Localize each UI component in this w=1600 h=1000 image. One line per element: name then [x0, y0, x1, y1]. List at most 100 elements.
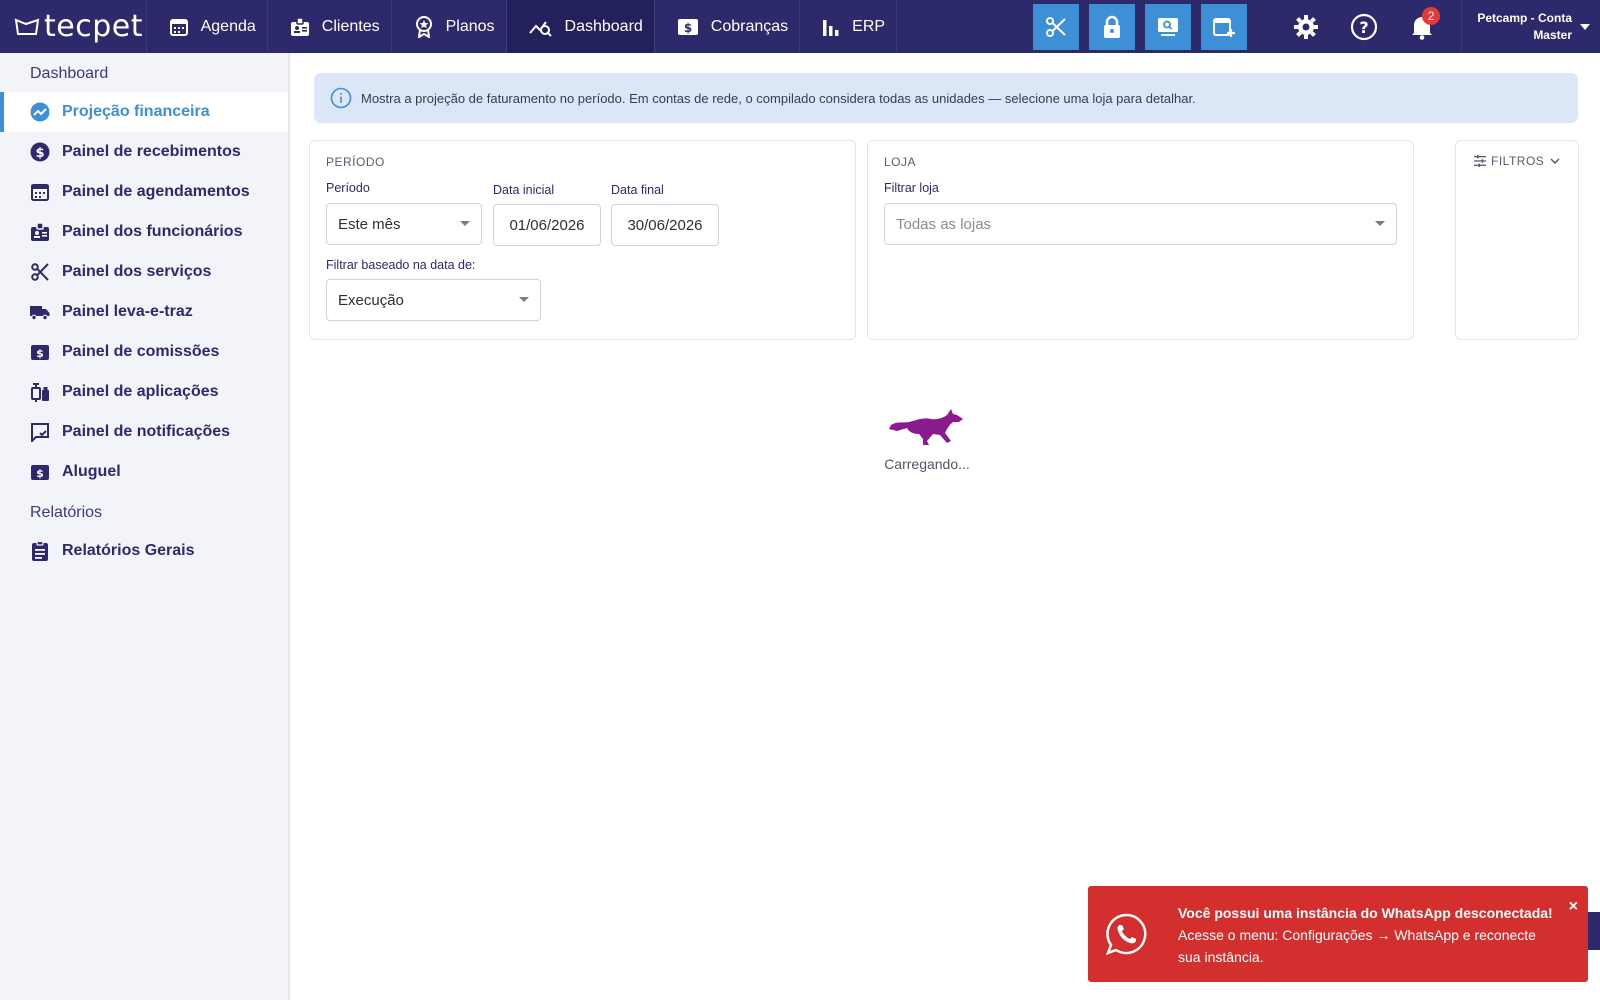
whatsapp-icon [1105, 913, 1147, 956]
chevron-down-icon [519, 297, 529, 302]
grooming-tool-button[interactable] [1033, 3, 1080, 50]
calendar-icon [169, 18, 188, 36]
account-menu[interactable]: Petcamp - Conta Master [1461, 0, 1600, 53]
sidebar-item-label: Painel dos serviços [62, 263, 212, 280]
nav-label: Cobranças [710, 17, 789, 35]
sidebar-item-label: Aluguel [62, 463, 121, 480]
monitor-search-icon [1158, 17, 1179, 36]
logo-mark-icon [14, 17, 40, 35]
store-select-placeholder: Todas as lojas [896, 215, 992, 233]
period-label: Período [326, 181, 370, 195]
end-date-input[interactable]: 30/06/2026 [611, 204, 719, 246]
sidebar-item-notificacoes[interactable]: Painel de notificações [0, 412, 288, 452]
sidebar-item-aplicacoes[interactable]: Painel de aplicações [0, 372, 288, 412]
nav-label: Dashboard [564, 17, 643, 35]
loading-indicator: Carregando... [852, 403, 1002, 472]
add-appointment-button[interactable] [1201, 3, 1248, 50]
notification-count-badge: 2 [1422, 7, 1441, 25]
nav-clientes[interactable]: Clientes [268, 0, 392, 53]
nav-dashboard[interactable]: Dashboard [506, 0, 655, 53]
settings-button[interactable] [1277, 0, 1335, 53]
nav-planos[interactable]: Planos [392, 0, 507, 53]
badge-icon [31, 222, 49, 241]
sidebar-section-reports: Relatórios [30, 504, 103, 521]
help-button[interactable]: ? [1335, 0, 1393, 53]
bar-chart-icon [823, 19, 839, 36]
start-date-value: 01/06/2026 [509, 216, 585, 234]
store-select[interactable]: Todas as lojas [884, 203, 1397, 245]
side-drawer-tab[interactable] [1588, 912, 1600, 950]
info-banner: Mostra a projeção de faturamento no perí… [314, 73, 1578, 123]
toast-line: sua instância. [1178, 949, 1264, 965]
sidebar-item-label: Painel de agendamentos [62, 183, 250, 200]
whatsapp-warning-toast: Você possui uma instância do WhatsApp de… [1088, 886, 1588, 982]
toast-close-button[interactable]: × [1569, 898, 1578, 916]
sidebar-item-relatorios-gerais[interactable]: Relatórios Gerais [0, 531, 288, 571]
logo-text: tecpet [44, 9, 143, 44]
badge-icon [290, 16, 309, 36]
main-content: Mostra a projeção de faturamento no perí… [292, 53, 1600, 1000]
sidebar: Dashboard Projeção financeira $ Painel d… [0, 53, 290, 1000]
filters-toggle[interactable]: FILTROS [1474, 154, 1565, 168]
period-select-value: Este mês [338, 215, 401, 233]
sidebar-item-leva-e-traz[interactable]: Painel leva-e-traz [0, 292, 288, 332]
notifications-button[interactable]: 2 [1393, 0, 1451, 53]
end-date-label: Data final [611, 183, 664, 197]
store-filter-label: Filtrar loja [884, 181, 939, 195]
top-navbar: tecpet Agenda Clientes Planos Dashboard … [0, 0, 1600, 53]
chart-search-icon [528, 20, 552, 37]
award-icon [415, 15, 432, 38]
sidebar-item-label: Projeção financeira [62, 103, 210, 120]
toast-title: Você possui uma instância do WhatsApp de… [1178, 905, 1553, 921]
sidebar-item-agendamentos[interactable]: Painel de agendamentos [0, 172, 288, 212]
filters-label: FILTROS [1491, 154, 1545, 168]
nav-label: Agenda [200, 17, 256, 35]
sidebar-item-recebimentos[interactable]: $ Painel de recebimentos [0, 132, 288, 172]
nav-cobrancas[interactable]: $ Cobranças [655, 0, 801, 53]
lock-icon [1104, 15, 1121, 38]
start-date-input[interactable]: 01/06/2026 [493, 204, 601, 246]
toast-body: Você possui uma instância do WhatsApp de… [1178, 902, 1553, 968]
sidebar-item-projecao-financeira[interactable]: Projeção financeira [0, 92, 288, 132]
sidebar-item-funcionarios[interactable]: Painel dos funcionários [0, 212, 288, 252]
sidebar-item-label: Painel de comissões [62, 343, 220, 360]
help-circle-icon: ? [1350, 13, 1378, 40]
running-dog-icon [889, 409, 963, 445]
calendar-plus-icon [1213, 17, 1236, 37]
dollar-card-icon: $ [677, 18, 698, 35]
nav-label: Clientes [321, 17, 380, 35]
chevron-down-icon [1550, 158, 1560, 164]
loading-text: Carregando... [884, 456, 970, 472]
svg-text:$: $ [684, 21, 692, 35]
sidebar-item-label: Relatórios Gerais [62, 542, 195, 559]
account-name-line1: Petcamp - Conta [1477, 10, 1572, 25]
scissors-icon [1046, 16, 1066, 37]
period-select[interactable]: Este mês [326, 203, 482, 245]
gear-icon [1294, 14, 1319, 39]
lock-tool-button[interactable] [1089, 3, 1136, 50]
account-name: Petcamp - Conta Master [1477, 10, 1572, 44]
truck-icon [30, 306, 50, 321]
monitor-tool-button[interactable] [1145, 3, 1192, 50]
store-card-title: LOJA [884, 155, 917, 169]
nav-label: ERP [852, 17, 886, 35]
scissors-icon [31, 263, 49, 281]
start-date-label: Data inicial [493, 183, 555, 197]
sidebar-item-label: Painel de recebimentos [62, 143, 241, 160]
chevron-down-icon [1375, 221, 1385, 226]
nav-erp[interactable]: ERP [800, 0, 898, 53]
clipboard-icon [32, 541, 48, 561]
sidebar-item-label: Painel dos funcionários [62, 223, 243, 240]
date-basis-select[interactable]: Execução [326, 279, 541, 321]
sidebar-item-comissoes[interactable]: $ Painel de comissões [0, 332, 288, 372]
sidebar-item-aluguel[interactable]: $ Aluguel [0, 452, 288, 492]
nav-agenda[interactable]: Agenda [147, 0, 268, 53]
app-logo[interactable]: tecpet [0, 0, 147, 53]
account-name-line2: Master [1533, 27, 1572, 42]
dollar-circle-icon: $ [30, 142, 50, 162]
sidebar-item-label: Painel leva-e-traz [62, 303, 193, 320]
sidebar-section-dashboard: Dashboard [30, 65, 109, 82]
period-card: PERÍODO Período Este mês Data inicial 01… [309, 140, 856, 340]
sliders-icon [1474, 155, 1486, 167]
sidebar-item-servicos[interactable]: Painel dos serviços [0, 252, 288, 292]
